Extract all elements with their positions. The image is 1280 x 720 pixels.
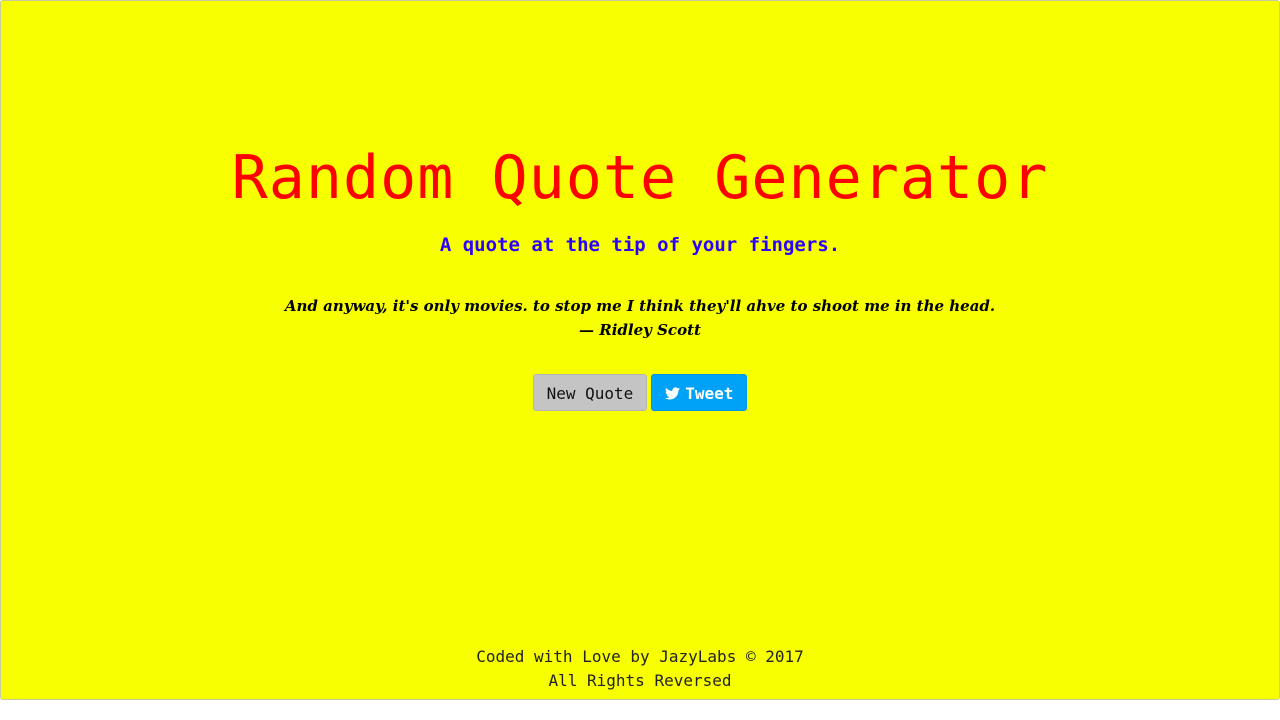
footer-rights: All Rights Reversed bbox=[548, 671, 732, 690]
action-buttons: New Quote Tweet bbox=[1, 374, 1279, 411]
footer: Coded with Love by JazyLabs © 2017 All R… bbox=[1, 645, 1279, 693]
tweet-label: Tweet bbox=[685, 384, 734, 403]
quote-author: — Ridley Scott bbox=[579, 321, 701, 339]
page-container: Random Quote Generator A quote at the ti… bbox=[0, 0, 1280, 700]
twitter-bird-icon bbox=[665, 387, 681, 400]
new-quote-button[interactable]: New Quote bbox=[532, 374, 648, 411]
page-title: Random Quote Generator bbox=[231, 143, 1049, 213]
new-quote-label: New Quote bbox=[546, 384, 634, 403]
tweet-button[interactable]: Tweet bbox=[651, 374, 748, 411]
page-subtitle: A quote at the tip of your fingers. bbox=[439, 234, 841, 256]
quote-text: And anyway, it's only movies. to stop me… bbox=[284, 297, 996, 315]
footer-credit: Coded with Love by JazyLabs © 2017 bbox=[476, 647, 804, 666]
